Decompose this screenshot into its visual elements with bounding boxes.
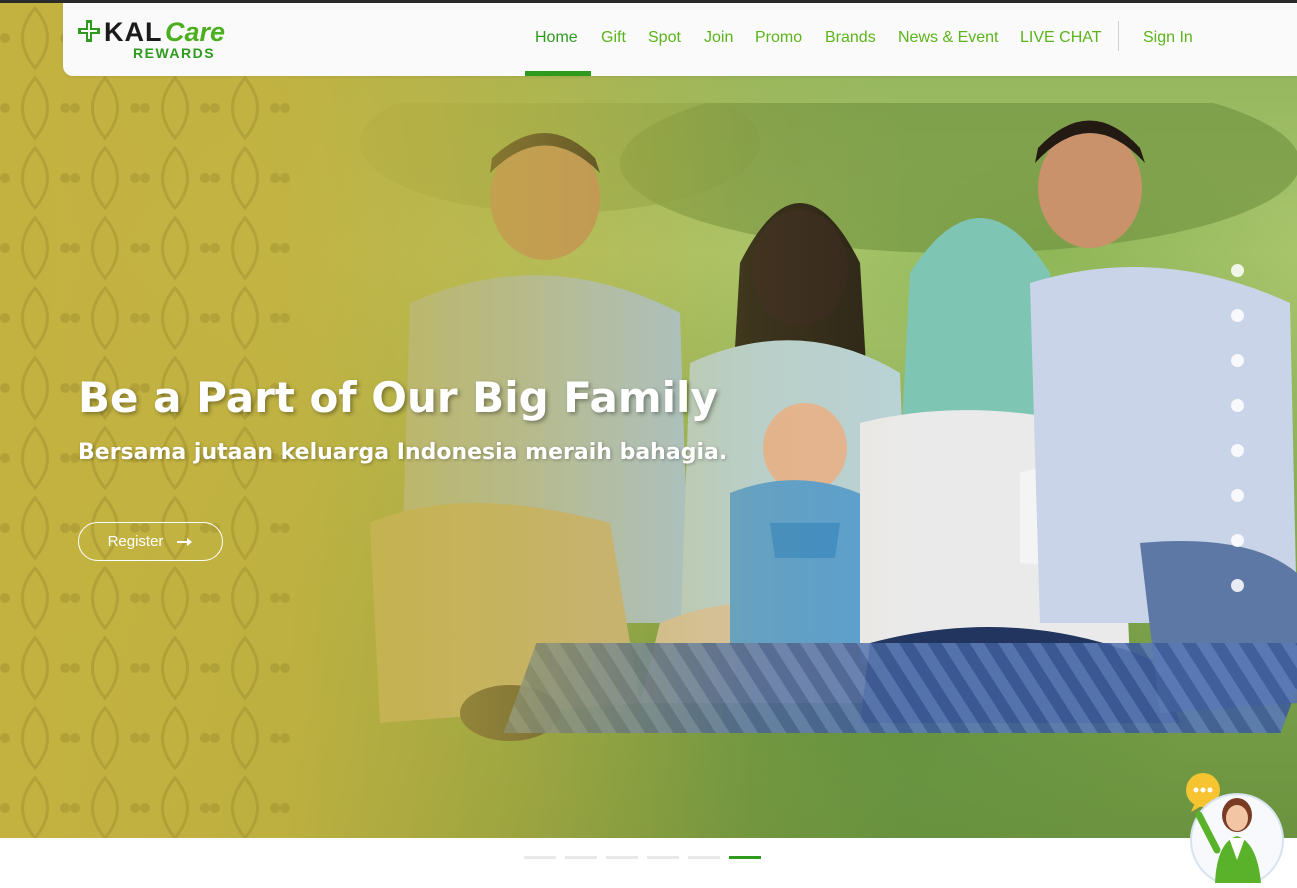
slide-dot[interactable] <box>606 856 638 859</box>
live-chat-widget[interactable] <box>1185 770 1290 887</box>
section-dot[interactable] <box>1231 444 1244 457</box>
register-button-label: Register <box>107 533 164 550</box>
logo-text-care: Care <box>165 17 226 47</box>
support-agent-avatar <box>1190 793 1284 887</box>
nav-promo[interactable]: Promo <box>755 29 802 47</box>
section-dot[interactable] <box>1231 309 1244 322</box>
register-button[interactable]: Register <box>78 522 223 561</box>
nav-home[interactable]: Home <box>535 29 578 47</box>
hero-subtitle: Bersama jutaan keluarga Indonesia meraih… <box>78 440 728 465</box>
hero-banner: Be a Part of Our Big Family Bersama juta… <box>0 3 1297 838</box>
hero-title: Be a Part of Our Big Family <box>78 373 718 422</box>
section-dot[interactable] <box>1231 489 1244 502</box>
kalcare-logo[interactable]: KAL Care REWARDS <box>78 17 228 61</box>
section-dot[interactable] <box>1231 399 1244 412</box>
active-nav-indicator <box>525 71 591 76</box>
nav-news-event[interactable]: News & Event <box>898 29 998 47</box>
nav-spot[interactable]: Spot <box>648 29 681 47</box>
nav-brands[interactable]: Brands <box>825 29 876 47</box>
top-navbar: KAL Care REWARDS Home Gift Spot Join Pro… <box>63 3 1297 76</box>
nav-live-chat[interactable]: LIVE CHAT <box>1020 29 1102 47</box>
section-dot[interactable] <box>1231 579 1244 592</box>
nav-gift[interactable]: Gift <box>601 29 626 47</box>
slide-dot[interactable] <box>688 856 720 859</box>
section-dot[interactable] <box>1231 264 1244 277</box>
arrow-right-icon <box>177 537 193 546</box>
slide-dot[interactable] <box>647 856 679 859</box>
logo-text-kal: KAL <box>104 17 163 47</box>
nav-divider <box>1118 21 1119 51</box>
section-dot[interactable] <box>1231 534 1244 547</box>
slider-bar <box>0 838 1297 883</box>
slide-dot-active[interactable] <box>729 856 761 859</box>
medical-cross-icon <box>78 20 100 42</box>
slide-dot[interactable] <box>565 856 597 859</box>
logo-text-rewards: REWARDS <box>133 45 216 61</box>
nav-join[interactable]: Join <box>704 29 733 47</box>
section-dot[interactable] <box>1231 354 1244 367</box>
slide-dot[interactable] <box>524 856 556 859</box>
nav-sign-in[interactable]: Sign In <box>1143 29 1193 47</box>
